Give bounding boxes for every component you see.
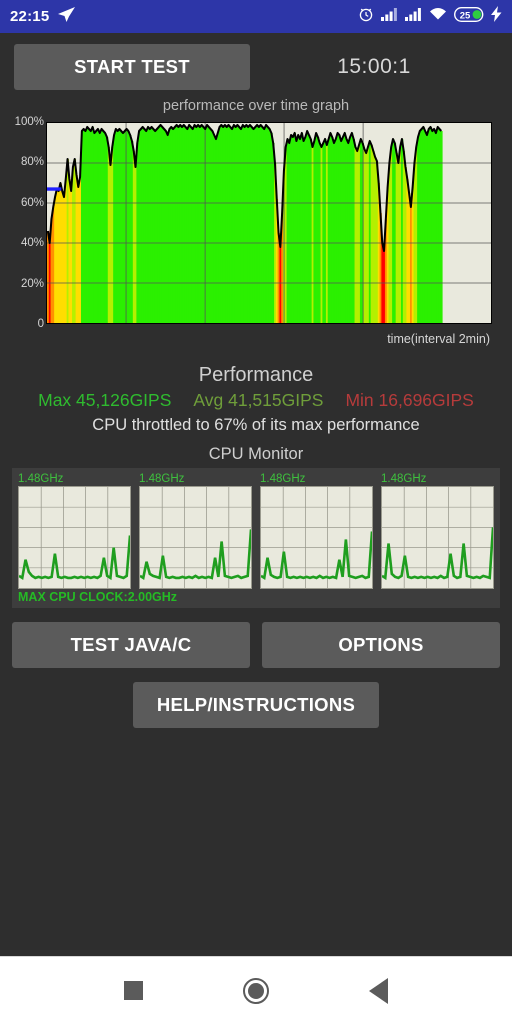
- help-button-row: HELP/INSTRUCTIONS: [0, 682, 512, 728]
- performance-min: Min 16,696GIPS: [345, 390, 474, 410]
- top-toolbar: START TEST 15:00:1: [0, 33, 512, 96]
- y-tick-0: 0: [37, 318, 44, 330]
- battery-icon: 25: [453, 6, 484, 27]
- start-test-button[interactable]: START TEST: [14, 44, 250, 90]
- recents-square-icon[interactable]: [124, 981, 143, 1000]
- cpu-max-clock: MAX CPU CLOCK:2.00GHz: [18, 590, 178, 604]
- app-root: 22:15 25 START TEST 15:00:1 performance …: [0, 0, 512, 1024]
- signal-bars-2-icon: [405, 7, 422, 26]
- back-triangle-icon[interactable]: [369, 977, 388, 1004]
- cpu-core-2-label: 1.48GHz: [260, 473, 306, 485]
- y-tick-20: 20%: [20, 277, 44, 290]
- performance-avg: Avg 41,515GIPS: [193, 390, 324, 410]
- cpu-core-0: 1.48GHz: [18, 472, 131, 589]
- cpu-core-row: 1.48GHz 1.48GHz 1.48GHz 1.48GHz: [18, 472, 494, 589]
- alarm-clock-icon: [358, 6, 374, 27]
- cpu-core-0-graph: [18, 486, 131, 589]
- y-tick-40: 40%: [20, 237, 44, 250]
- cpu-core-2-graph: [260, 486, 373, 589]
- cpu-core-1-label: 1.48GHz: [139, 473, 185, 485]
- status-bar-clock: 22:15: [10, 8, 50, 25]
- cpu-core-3: 1.48GHz: [381, 472, 494, 589]
- y-tick-100: 100%: [14, 116, 44, 128]
- svg-text:25: 25: [460, 10, 471, 21]
- home-circle-icon[interactable]: [243, 977, 269, 1004]
- cpu-core-0-label: 1.48GHz: [18, 473, 64, 485]
- help-instructions-button[interactable]: HELP/INSTRUCTIONS: [133, 682, 379, 728]
- android-navigation-bar: [0, 956, 512, 1024]
- performance-graph: 100% 80% 60% 40% 20% 0 time(interval 2mi…: [10, 114, 502, 362]
- y-tick-60: 60%: [20, 196, 44, 209]
- charging-bolt-icon: [491, 6, 502, 27]
- timer-display: 15:00:1: [337, 55, 411, 78]
- wifi-icon: [429, 7, 447, 26]
- options-button[interactable]: OPTIONS: [262, 622, 500, 668]
- throttle-note: CPU throttled to 67% of its max performa…: [92, 416, 420, 434]
- performance-chart-svg: [47, 123, 491, 323]
- cpu-core-3-label: 1.48GHz: [381, 473, 427, 485]
- cpu-monitor-panel: 1.48GHz 1.48GHz 1.48GHz 1.48GHz MAX CPU …: [12, 468, 500, 608]
- cpu-monitor-title: CPU Monitor: [208, 445, 304, 463]
- performance-max: Max 45,126GIPS: [38, 390, 172, 410]
- status-bar: 22:15 25: [0, 0, 512, 33]
- status-bar-right: 25: [358, 6, 502, 27]
- cpu-core-1: 1.48GHz: [139, 472, 252, 589]
- performance-heading: Performance: [198, 364, 314, 386]
- test-java-c-button[interactable]: TEST JAVA/C: [12, 622, 250, 668]
- y-tick-80: 80%: [20, 156, 44, 169]
- cpu-core-3-graph: [381, 486, 494, 589]
- status-bar-left: 22:15: [10, 6, 76, 28]
- graph-y-axis: 100% 80% 60% 40% 20% 0: [10, 114, 46, 362]
- graph-plot-area[interactable]: [46, 122, 492, 324]
- performance-stats: Max 45,126GIPS Avg 41,515GIPS Min 16,696…: [0, 390, 512, 411]
- graph-title: performance over time graph: [162, 98, 350, 114]
- signal-bars-1-icon: [381, 7, 398, 26]
- cpu-core-2: 1.48GHz: [260, 472, 373, 589]
- action-button-row: TEST JAVA/C OPTIONS: [12, 622, 500, 668]
- cpu-core-1-graph: [139, 486, 252, 589]
- graph-x-axis-label: time(interval 2min): [387, 332, 490, 346]
- telegram-send-icon: [57, 6, 76, 28]
